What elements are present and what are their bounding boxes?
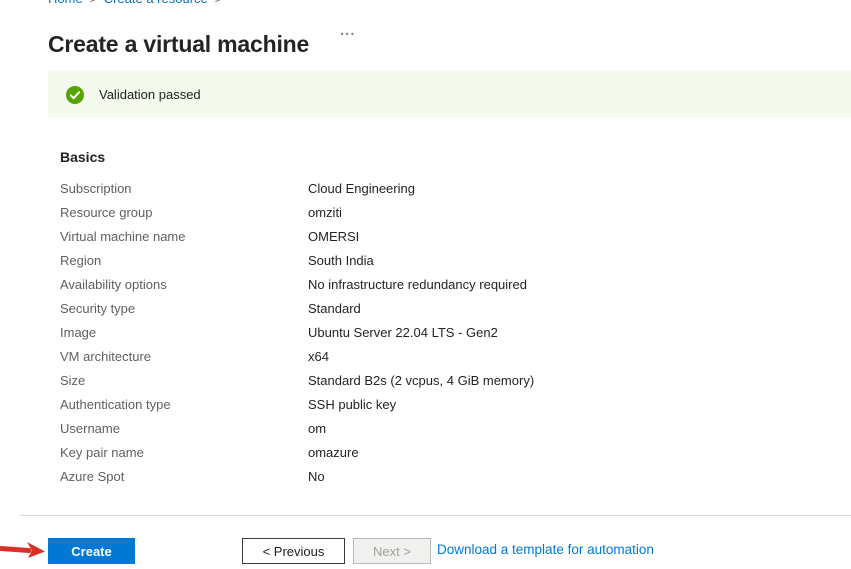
detail-value: Ubuntu Server 22.04 LTS - Gen2 — [308, 325, 498, 349]
more-options-button[interactable]: ... — [336, 20, 360, 41]
download-template-link[interactable]: Download a template for automation — [437, 542, 654, 557]
detail-label: VM architecture — [60, 349, 308, 373]
next-button[interactable]: Next > — [353, 538, 431, 564]
previous-button[interactable]: < Previous — [242, 538, 345, 564]
detail-value: Standard — [308, 301, 361, 325]
detail-label: Key pair name — [60, 445, 308, 469]
detail-row: VM architecturex64 — [60, 349, 820, 373]
detail-row: Azure SpotNo — [60, 469, 820, 493]
ellipsis-icon: ... — [340, 22, 356, 39]
detail-value: OMERSI — [308, 229, 359, 253]
detail-row: Availability optionsNo infrastructure re… — [60, 277, 820, 301]
basics-details-list: SubscriptionCloud EngineeringResource gr… — [60, 181, 820, 493]
detail-label: Availability options — [60, 277, 308, 301]
detail-value: SSH public key — [308, 397, 396, 421]
detail-row: RegionSouth India — [60, 253, 820, 277]
detail-row: Security typeStandard — [60, 301, 820, 325]
detail-row: Authentication typeSSH public key — [60, 397, 820, 421]
detail-value: x64 — [308, 349, 329, 373]
detail-row: SizeStandard B2s (2 vcpus, 4 GiB memory) — [60, 373, 820, 397]
detail-row: Usernameom — [60, 421, 820, 445]
detail-label: Subscription — [60, 181, 308, 205]
footer-divider — [20, 515, 851, 516]
detail-row: Key pair nameomazure — [60, 445, 820, 469]
detail-label: Image — [60, 325, 308, 349]
detail-label: Size — [60, 373, 308, 397]
validation-banner: Validation passed — [48, 71, 851, 118]
breadcrumb-link[interactable]: Home — [48, 0, 83, 6]
detail-label: Security type — [60, 301, 308, 325]
create-button[interactable]: Create — [48, 538, 135, 564]
detail-value: omziti — [308, 205, 342, 229]
page-title: Create a virtual machine — [48, 31, 309, 58]
detail-label: Region — [60, 253, 308, 277]
detail-row: ImageUbuntu Server 22.04 LTS - Gen2 — [60, 325, 820, 349]
annotation-arrow-icon — [0, 541, 47, 560]
detail-value: No — [308, 469, 325, 493]
detail-value: No infrastructure redundancy required — [308, 277, 527, 301]
detail-label: Authentication type — [60, 397, 308, 421]
detail-row: Resource groupomziti — [60, 205, 820, 229]
detail-label: Resource group — [60, 205, 308, 229]
section-title-basics: Basics — [60, 149, 105, 165]
create-vm-review-page: Home > Create a resource > Create a virtual… — [0, 0, 851, 569]
detail-label: Virtual machine name — [60, 229, 308, 253]
detail-value: om — [308, 421, 326, 445]
breadcrumb-link[interactable]: Create a resource — [104, 0, 208, 6]
detail-label: Azure Spot — [60, 469, 308, 493]
detail-value: Standard B2s (2 vcpus, 4 GiB memory) — [308, 373, 534, 397]
detail-value: South India — [308, 253, 374, 277]
breadcrumb: Home > Create a resource > — [48, 0, 548, 8]
detail-row: Virtual machine nameOMERSI — [60, 229, 820, 253]
success-check-icon — [66, 86, 84, 104]
detail-value: Cloud Engineering — [308, 181, 415, 205]
breadcrumb-separator: > — [90, 0, 97, 6]
detail-label: Username — [60, 421, 308, 445]
validation-message: Validation passed — [99, 87, 201, 102]
breadcrumb-separator: > — [215, 0, 222, 6]
detail-value: omazure — [308, 445, 359, 469]
detail-row: SubscriptionCloud Engineering — [60, 181, 820, 205]
